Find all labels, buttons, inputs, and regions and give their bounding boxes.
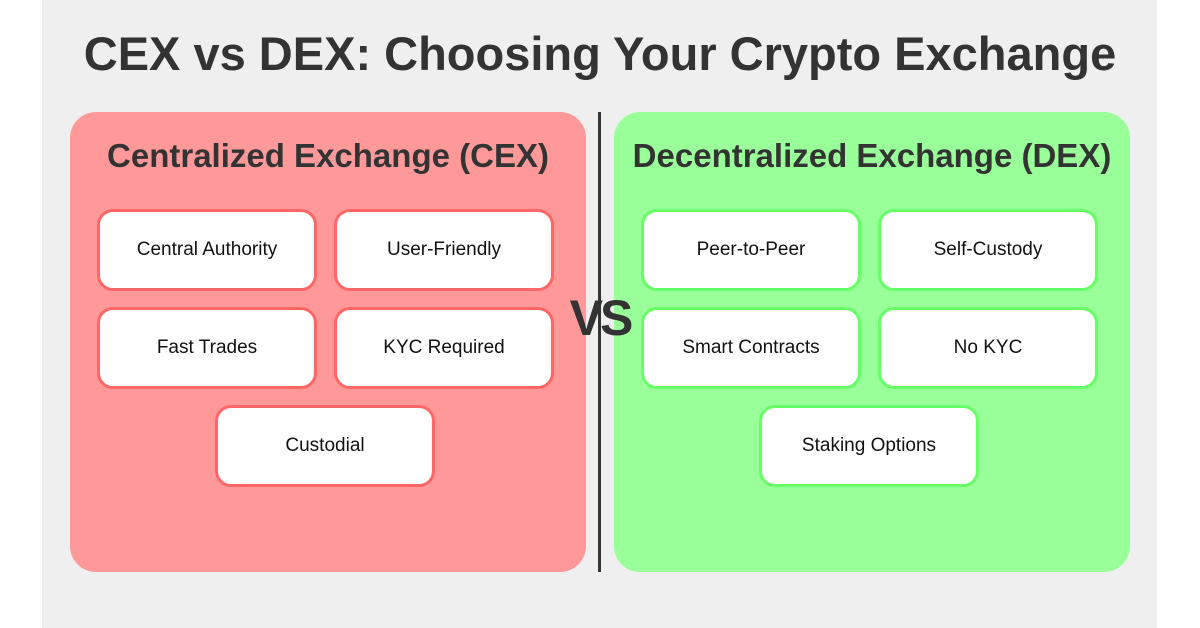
cex-feature-card: Fast Trades bbox=[97, 307, 317, 389]
cex-feature-card: Central Authority bbox=[97, 209, 317, 291]
cex-panel-title: Centralized Exchange (CEX) bbox=[107, 137, 549, 174]
vs-label: VS bbox=[569, 290, 634, 346]
page-title: CEX vs DEX: Choosing Your Crypto Exchang… bbox=[83, 27, 1117, 80]
dex-feature-card: Staking Options bbox=[759, 405, 979, 487]
dex-panel-title: Decentralized Exchange (DEX) bbox=[632, 137, 1112, 174]
cex-feature-card: Custodial bbox=[215, 405, 435, 487]
dex-panel: Decentralized Exchange (DEX) Peer-to-Pee… bbox=[614, 112, 1130, 572]
cex-panel: Centralized Exchange (CEX) Central Autho… bbox=[70, 112, 586, 572]
dex-feature-card: Smart Contracts bbox=[641, 307, 861, 389]
dex-feature-card: Peer-to-Peer bbox=[641, 209, 861, 291]
cex-feature-card: KYC Required bbox=[334, 307, 554, 389]
cex-feature-card: User-Friendly bbox=[334, 209, 554, 291]
dex-feature-card: Self-Custody bbox=[878, 209, 1098, 291]
dex-feature-card: No KYC bbox=[878, 307, 1098, 389]
